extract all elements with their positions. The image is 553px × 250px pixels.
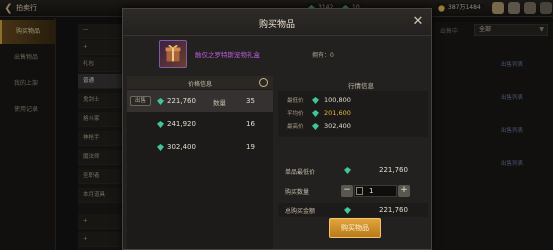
gem-icon [157,121,164,128]
unit-price-value: 221,760 [379,166,408,174]
keypad-icon [356,187,363,195]
total-label: 总购买金额 [285,208,316,215]
price-info-title: 价格信息 [187,81,212,88]
gem-icon [312,110,319,117]
market-max-label: 最高价 [287,124,304,130]
refresh-icon[interactable] [259,78,268,87]
market-avg-label: 平均价 [287,111,304,117]
price-row[interactable]: 241,920 16 [127,113,273,135]
purchase-dialog: 购买物品 ✕ 触仅之罗特斯宠物礼盒 拥有：0 价格信息 出售 221,760 数… [122,8,432,250]
row-qty: 16 [246,120,255,128]
gem-icon [312,123,319,130]
gem-icon [344,207,351,214]
price-row[interactable]: 302,400 19 [127,136,273,158]
market-info-title: 行情信息 [348,82,374,90]
market-info-panel: 最低价 100,800 平均价 201,600 最高价 302,400 [278,91,428,137]
gem-icon [312,97,319,104]
unit-price-label: 单品最低价 [285,169,316,176]
row-price: 302,400 [167,143,196,151]
market-min-value: 100,800 [324,96,351,104]
buy-button[interactable]: 购买物品 [329,218,381,238]
price-row[interactable]: 出售 221,760 数量 35 [127,90,273,112]
total-value: 221,760 [379,206,408,214]
item-gift-box-icon [159,40,187,68]
row-price: 221,760 [167,97,196,105]
market-max-value: 302,400 [324,122,351,130]
owned-count: 拥有：0 [312,52,334,59]
gem-icon [344,167,351,174]
row-qty-label: 数量 [213,99,226,107]
row-price: 241,920 [167,120,196,128]
item-name: 触仅之罗特斯宠物礼盒 [195,51,260,59]
quantity-decrease-button[interactable]: − [341,185,353,197]
price-info-panel: 价格信息 出售 221,760 数量 35 241,920 16 302,400… [127,76,273,249]
market-avg-value: 201,600 [324,109,351,117]
dialog-title: 购买物品 [258,20,295,30]
gem-icon [157,144,164,151]
sell-tag: 出售 [130,96,151,106]
quantity-value: 1 [369,187,374,195]
gem-icon [157,98,164,105]
close-icon[interactable]: ✕ [411,15,425,29]
quantity-label: 购买数量 [285,189,310,196]
quantity-increase-button[interactable]: + [398,185,410,197]
row-qty: 35 [246,97,255,105]
row-qty: 19 [246,143,255,151]
market-min-label: 最低价 [287,98,304,104]
